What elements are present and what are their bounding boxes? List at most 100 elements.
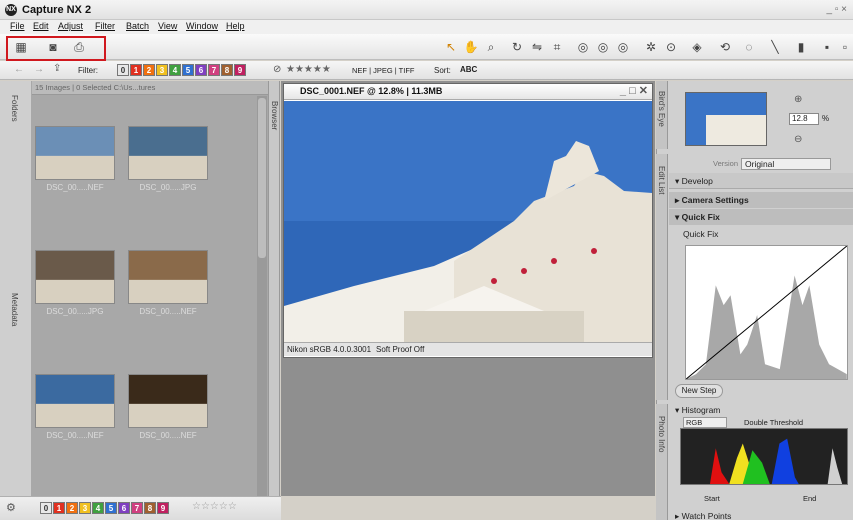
thumbnail-image[interactable] — [128, 374, 208, 428]
label-9-button[interactable]: 9 — [234, 64, 246, 76]
thumbnail-item[interactable]: DSC_00.....NEF — [128, 250, 208, 328]
forward-icon[interactable]: → — [34, 64, 44, 75]
thumbnail-image[interactable] — [35, 126, 115, 180]
thumbnail-item[interactable]: DSC_00.....NEF — [35, 126, 115, 204]
zoom-out-icon[interactable]: ⊖ — [794, 134, 802, 145]
label-0-button[interactable]: 0 — [40, 502, 52, 514]
label-8-button[interactable]: 8 — [144, 502, 156, 514]
double-threshold-checkbox[interactable]: Double Threshold — [744, 418, 803, 427]
label-6-button[interactable]: 6 — [118, 502, 130, 514]
label-4-button[interactable]: 4 — [92, 502, 104, 514]
thumbnail-caption: DSC_00.....NEF — [46, 183, 104, 192]
thumbnail-image[interactable] — [35, 374, 115, 428]
develop-row[interactable]: ▾ Develop — [669, 173, 853, 189]
thumbnail-item[interactable]: DSC_00.....NEF — [128, 374, 208, 452]
thumbnail-item[interactable]: DSC_00.....JPG — [128, 126, 208, 204]
menu-window[interactable]: Window — [186, 21, 218, 31]
sort-select[interactable]: ABC — [460, 65, 477, 74]
direct-select-icon[interactable]: ↖ — [442, 39, 460, 55]
menu-view[interactable]: View — [158, 21, 177, 31]
format-filter[interactable]: NEF | JPEG | TIFF — [352, 66, 415, 75]
label-7-button[interactable]: 7 — [208, 64, 220, 76]
crop-icon[interactable]: ⌗ — [548, 39, 566, 55]
quick-fix-label: Quick Fix — [681, 212, 720, 222]
label-3-button[interactable]: 3 — [156, 64, 168, 76]
label-1-button[interactable]: 1 — [130, 64, 142, 76]
label-9-button[interactable]: 9 — [157, 502, 169, 514]
label-0-button[interactable]: 0 — [117, 64, 129, 76]
thumbnail-image[interactable] — [128, 250, 208, 304]
red-eye-icon[interactable]: ◎ — [574, 39, 592, 55]
rotate-icon[interactable]: ↻ — [508, 39, 526, 55]
back-icon[interactable]: ← — [14, 64, 24, 75]
label-7-button[interactable]: 7 — [131, 502, 143, 514]
up-folder-icon[interactable]: ⇪ — [53, 63, 61, 74]
zoom-value[interactable]: 12.8 — [789, 113, 819, 125]
menu-edit[interactable]: Edit — [33, 21, 49, 31]
straighten-icon[interactable]: ⇋ — [528, 39, 546, 55]
photo-info-tab[interactable]: Photo Info — [656, 404, 668, 520]
curves-graph[interactable] — [685, 245, 848, 380]
brush-icon[interactable]: ▪ — [818, 39, 836, 55]
label-1-button[interactable]: 1 — [53, 502, 65, 514]
gradient-icon[interactable]: ╲ — [766, 39, 784, 55]
white-point-icon[interactable]: ◎ — [614, 39, 632, 55]
thumbnail-image[interactable] — [128, 126, 208, 180]
metadata-tab[interactable]: Metadata — [10, 293, 19, 326]
menu-help[interactable]: Help — [226, 21, 245, 31]
watch-points-row[interactable]: ▸ Watch Points — [669, 508, 853, 520]
app-logo-icon: NX — [5, 4, 17, 16]
thumbnail-item[interactable]: DSC_00.....JPG — [35, 250, 115, 328]
thumbnail-image[interactable] — [35, 250, 115, 304]
bottom-label-group: 0123456789 — [40, 499, 185, 517]
label-2-button[interactable]: 2 — [66, 502, 78, 514]
birds-eye-thumbnail[interactable] — [685, 92, 767, 146]
label-4-button[interactable]: 4 — [169, 64, 181, 76]
label-2-button[interactable]: 2 — [143, 64, 155, 76]
label-6-button[interactable]: 6 — [195, 64, 207, 76]
eraser-icon[interactable]: ▫ — [836, 39, 853, 55]
black-point-icon[interactable]: ◎ — [594, 39, 612, 55]
rating-filter-icon[interactable]: ⊘ — [273, 64, 281, 75]
zoom-icon[interactable]: ⌕ — [482, 39, 500, 55]
edit-list-tab[interactable]: Edit List — [656, 154, 668, 400]
label-5-button[interactable]: 5 — [182, 64, 194, 76]
menu-filter[interactable]: Filter — [95, 21, 115, 31]
quick-fix-sub-row[interactable]: Quick Fix — [669, 226, 853, 242]
label-5-button[interactable]: 5 — [105, 502, 117, 514]
star-filter[interactable]: ★★★★★ — [286, 64, 331, 75]
camera-settings-row[interactable]: ▸ Camera Settings — [669, 192, 853, 208]
lasso-icon[interactable]: ⟲ — [716, 39, 734, 55]
image-window-footer: Nikon sRGB 4.0.0.3001 Soft Proof Off — [284, 342, 652, 356]
window-controls[interactable]: _ ▫ × — [826, 4, 847, 15]
photo-canvas[interactable] — [284, 101, 652, 342]
new-step-button[interactable]: New Step — [675, 384, 723, 398]
label-3-button[interactable]: 3 — [79, 502, 91, 514]
birds-eye-tab[interactable]: Bird's Eye — [656, 81, 668, 149]
zoom-in-icon[interactable]: ⊕ — [794, 94, 802, 105]
browser-scroll-thumb[interactable] — [258, 98, 266, 258]
settings-icon[interactable]: ⚙ — [6, 501, 16, 514]
channel-select[interactable]: RGB — [683, 417, 727, 428]
selection-brush-icon[interactable]: ◈ — [688, 39, 706, 55]
label-8-button[interactable]: 8 — [221, 64, 233, 76]
menu-file[interactable]: File — [10, 21, 25, 31]
thumbnail-caption: DSC_00.....JPG — [46, 307, 104, 316]
fill-icon[interactable]: ▮ — [792, 39, 810, 55]
bottom-star-rating[interactable]: ☆☆☆☆☆ — [192, 501, 237, 512]
version-select[interactable]: Original — [741, 158, 831, 170]
marquee-icon[interactable]: ◌ — [740, 39, 758, 55]
image-window-controls[interactable]: _ □ ✕ — [620, 84, 648, 99]
menu-batch[interactable]: Batch — [126, 21, 149, 31]
bottom-bar: ⚙ 0123456789 ☆☆☆☆☆ — [0, 496, 281, 520]
folders-tab[interactable]: Folders — [10, 95, 19, 122]
quick-fix-row[interactable]: ▾ Quick Fix — [669, 209, 853, 225]
menu-adjust[interactable]: Adjust — [58, 21, 83, 31]
color-control-point-icon[interactable]: ⊙ — [662, 39, 680, 55]
browser-tab[interactable]: Browser — [268, 81, 280, 496]
auto-retouch-icon[interactable]: ✲ — [642, 39, 660, 55]
thumbnail-item[interactable]: DSC_00.....NEF — [35, 374, 115, 452]
hand-icon[interactable]: ✋ — [462, 39, 480, 55]
soft-proof-select[interactable]: Soft Proof Off — [376, 343, 424, 356]
histogram-row[interactable]: ▾ Histogram — [669, 402, 853, 418]
